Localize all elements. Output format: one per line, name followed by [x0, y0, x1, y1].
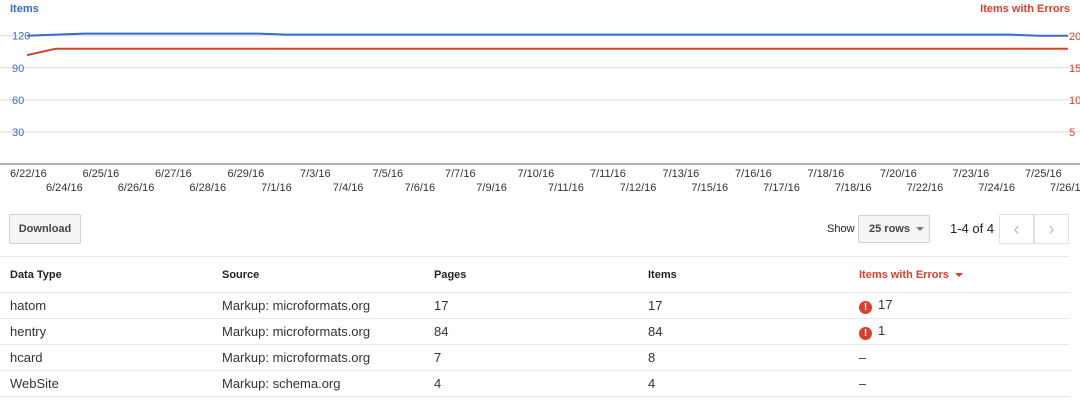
x-tick-label: 6/27/16	[155, 168, 192, 180]
x-tick-label: 7/22/16	[907, 182, 944, 194]
chevron-left-icon: ‹	[1013, 218, 1020, 239]
x-tick-label: 7/10/16	[518, 168, 555, 180]
table-toolbar: Download Show 25 rows 1-4 of 4 ‹ ›	[0, 214, 1080, 246]
y-left-tick-label: 60	[12, 95, 24, 107]
download-button[interactable]: Download	[9, 214, 81, 244]
cell-data-type[interactable]: hentry	[0, 318, 222, 345]
next-page-button[interactable]: ›	[1034, 214, 1069, 244]
cell-pages: 4	[434, 370, 648, 397]
x-tick-label: 7/13/16	[663, 168, 700, 180]
show-label: Show	[827, 223, 855, 235]
x-tick-label: 7/20/16	[880, 168, 917, 180]
x-tick-label: 7/6/16	[405, 182, 436, 194]
x-tick-label: 6/22/16	[10, 168, 47, 180]
cell-items-with-errors: ! 17	[859, 292, 1070, 319]
error-count: 17	[878, 297, 893, 312]
cell-data-type[interactable]: hatom	[0, 292, 222, 319]
column-header-items[interactable]: Items	[648, 256, 859, 293]
cell-items-with-errors: –	[859, 344, 1070, 371]
x-tick-label: 6/25/16	[83, 168, 120, 180]
error-count: –	[859, 376, 867, 391]
cell-items: 8	[648, 344, 859, 371]
cell-pages: 84	[434, 318, 648, 345]
table-row[interactable]: hatom Markup: microformats.org 17 17 ! 17	[0, 292, 1070, 319]
x-tick-label: 7/7/16	[445, 168, 476, 180]
x-tick-label: 7/25/16	[1025, 168, 1062, 180]
chevron-right-icon: ›	[1048, 218, 1055, 239]
line-chart: 12090603020151056/22/16 6/25/16 6/27/16 6/2…	[0, 31, 1080, 194]
x-tick-label: 7/23/16	[953, 168, 990, 180]
y-left-tick-label: 120	[12, 31, 30, 43]
table-row[interactable]: hcard Markup: microformats.org 7 8 –	[0, 344, 1070, 371]
column-header-source[interactable]: Source	[222, 256, 434, 293]
cell-source: Markup: schema.org	[222, 370, 434, 397]
cell-pages: 7	[434, 344, 648, 371]
x-tick-label: 6/26/16	[118, 182, 155, 194]
table-header-row: Data Type Source Pages Items Items with …	[0, 256, 1070, 293]
sort-descending-icon	[954, 272, 963, 277]
cell-source: Markup: microformats.org	[222, 292, 434, 319]
data-table: Data Type Source Pages Items Items with …	[0, 256, 1070, 397]
x-tick-label: 7/11/16	[590, 168, 626, 180]
x-tick-label: 7/15/16	[691, 182, 728, 194]
cell-items-with-errors: ! 1	[859, 318, 1070, 345]
x-tick-label: 7/3/16	[300, 168, 331, 180]
table-row[interactable]: WebSite Markup: schema.org 4 4 –	[0, 370, 1070, 397]
column-header-items-with-errors[interactable]: Items with Errors	[859, 256, 1070, 293]
header-label: Items with Errors	[859, 268, 949, 281]
x-tick-label: 6/28/16	[189, 182, 226, 194]
x-tick-label: 6/24/16	[46, 182, 83, 194]
rows-select-value: 25 rows	[869, 223, 910, 235]
x-tick-label: 7/24/16	[978, 182, 1015, 194]
x-tick-label: 7/1/16	[261, 182, 292, 194]
cell-items: 84	[648, 318, 859, 345]
error-icon: !	[859, 301, 872, 314]
cell-source: Markup: microformats.org	[222, 318, 434, 345]
y-left-tick-label: 90	[12, 63, 24, 75]
x-tick-label: 7/11/16	[548, 182, 584, 194]
y-right-tick-label: 5	[1069, 127, 1075, 139]
previous-page-button[interactable]: ‹	[999, 214, 1034, 244]
x-tick-label: 7/5/16	[373, 168, 404, 180]
y-left-tick-label: 30	[12, 127, 24, 139]
x-tick-label: 6/29/16	[228, 168, 265, 180]
pagination-range: 1-4 of 4	[950, 221, 995, 236]
x-tick-label: 7/16/16	[735, 168, 772, 180]
y-right-tick-label: 20	[1069, 31, 1080, 43]
cell-source: Markup: microformats.org	[222, 344, 434, 371]
x-tick-label: 7/26/1	[1050, 182, 1080, 194]
x-tick-label: 7/18/16	[808, 168, 845, 180]
error-count: –	[859, 350, 867, 365]
chart-area: Items Items with Errors 120 90 60 30 20 15 10 5…	[0, 0, 1080, 200]
series-line-items-with-errors	[26, 47, 1068, 57]
error-count: 1	[878, 323, 886, 338]
y-right-tick-label: 15	[1069, 63, 1080, 75]
cell-items: 4	[648, 370, 859, 397]
cell-pages: 17	[434, 292, 648, 319]
x-tick-label: 7/12/16	[620, 182, 657, 194]
y-right-tick-label: 10	[1069, 95, 1080, 107]
x-tick-label: 7/4/16	[333, 182, 364, 194]
cell-items: 17	[648, 292, 859, 319]
cell-data-type[interactable]: hcard	[0, 344, 222, 371]
table-row[interactable]: hentry Markup: microformats.org 84 84 ! 1	[0, 318, 1070, 345]
x-tick-label: 7/9/16	[476, 182, 507, 194]
x-tick-label: 7/18/16	[835, 182, 872, 194]
x-tick-label: 7/17/16	[763, 182, 800, 194]
cell-data-type[interactable]: WebSite	[0, 370, 222, 397]
column-header-data-type[interactable]: Data Type	[0, 256, 222, 293]
error-icon: !	[859, 327, 872, 340]
cell-items-with-errors: –	[859, 370, 1070, 397]
rows-per-page-select[interactable]: 25 rows	[858, 215, 930, 243]
column-header-pages[interactable]: Pages	[434, 256, 648, 293]
chevron-down-icon	[915, 227, 924, 231]
